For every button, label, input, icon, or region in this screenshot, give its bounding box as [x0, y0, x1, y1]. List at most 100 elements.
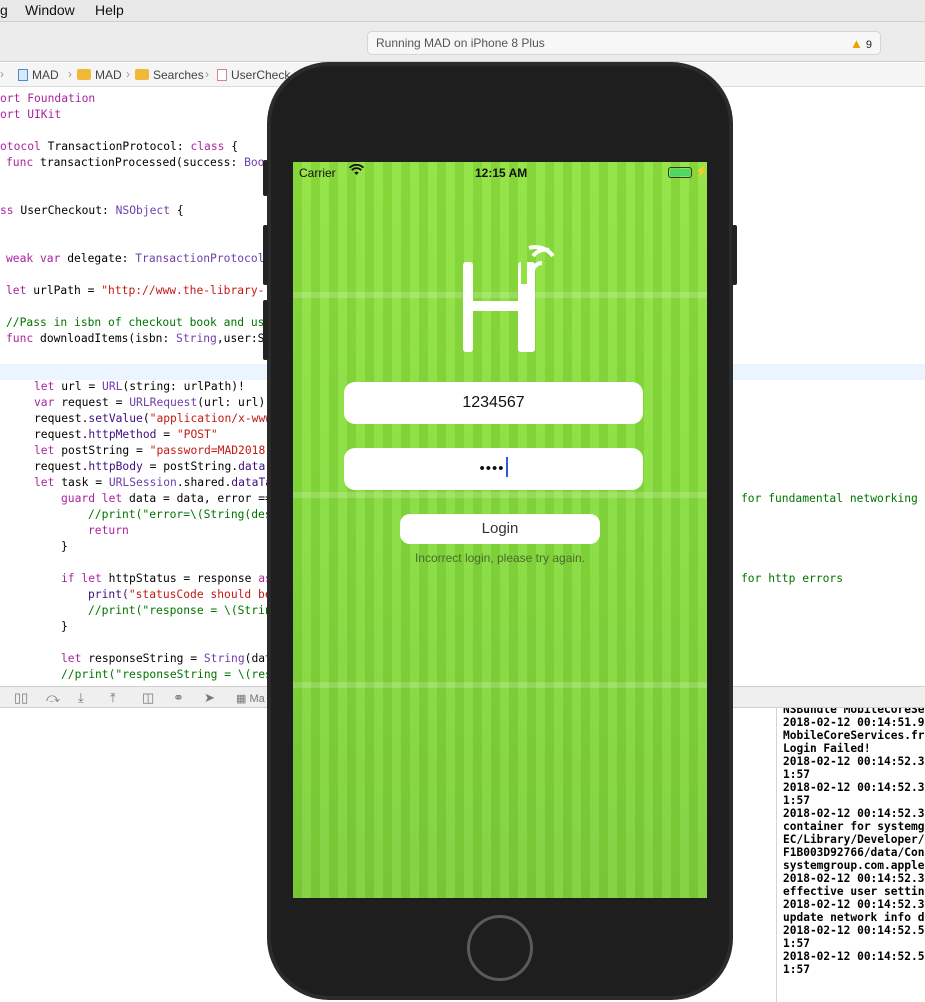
- app-logo: [463, 242, 555, 352]
- code-line: func downloadItems(isbn: String,user:S: [6, 332, 265, 345]
- battery-icon: [668, 167, 692, 178]
- activity-status[interactable]: Running MAD on iPhone 8 Plus ▲ 9: [367, 31, 881, 55]
- chevron-right-icon: ›: [0, 67, 4, 81]
- mute-switch: [263, 160, 268, 196]
- breadcrumb-item-group[interactable]: MAD: [77, 68, 122, 82]
- menu-bar: g Window Help: [0, 0, 925, 22]
- console-line: container for systemg: [783, 820, 925, 833]
- code-comment-right: for http errors: [741, 572, 844, 585]
- menu-item-help[interactable]: Help: [95, 2, 124, 18]
- console-line: systemgroup.com.apple: [783, 859, 925, 872]
- code-line: request.httpBody = postString.data: [34, 460, 266, 473]
- code-line: request.httpMethod = "POST": [34, 428, 218, 441]
- login-button[interactable]: Login: [400, 514, 600, 544]
- code-line: let url = URL(string: urlPath)!: [34, 380, 245, 393]
- code-line: ort UIKit: [0, 108, 62, 121]
- code-line: weak var delegate: TransactionProtocol: [6, 252, 265, 265]
- console-line: 1:57: [783, 963, 810, 976]
- chevron-right-icon: ›: [205, 67, 209, 81]
- console-line: 2018-02-12 00:14:52.5: [783, 950, 925, 963]
- console-line: MobileCoreServices.fr: [783, 729, 925, 742]
- code-line: let urlPath = "http://www.the-library-: [6, 284, 265, 297]
- console-line: 2018-02-12 00:14:51.9: [783, 716, 925, 729]
- code-line: let postString = "password=MAD2018: [34, 444, 266, 457]
- location-icon[interactable]: ➤: [204, 690, 215, 706]
- xcode-toolbar: Running MAD on iPhone 8 Plus ▲ 9: [0, 22, 925, 62]
- error-message: Incorrect login, please try again.: [414, 551, 586, 565]
- console-line: NSBundle MobileCoreSe: [783, 708, 925, 716]
- code-line: guard let data = data, error ==: [61, 492, 272, 505]
- breadcrumb-item-file[interactable]: UserCheck: [217, 68, 290, 82]
- username-value: 1234567: [462, 394, 525, 411]
- warning-icon: ▲: [850, 36, 863, 51]
- power-button: [732, 225, 737, 285]
- status-text: Running MAD on iPhone 8 Plus: [376, 36, 545, 50]
- step-into-icon[interactable]: ⤓: [78, 690, 84, 706]
- menu-item-window[interactable]: Window: [25, 2, 75, 18]
- code-line: }: [61, 540, 68, 553]
- console-line: 2018-02-12 00:14:52.3: [783, 898, 925, 911]
- code-line: if let httpStatus = response as: [61, 572, 272, 585]
- console-line: F1B003D92766/data/Con: [783, 846, 925, 859]
- console-line: EC/Library/Developer/: [783, 833, 925, 846]
- text-caret: [505, 457, 508, 477]
- console-line: 2018-02-12 00:14:52.3: [783, 807, 925, 820]
- console-line: 2018-02-12 00:14:52.3: [783, 872, 925, 885]
- xcode-window: g Window Help Running MAD on iPhone 8 Pl…: [0, 0, 925, 1002]
- warnings-badge[interactable]: ▲ 9: [850, 36, 872, 51]
- code-comment-right: for fundamental networking: [741, 492, 918, 505]
- volume-down-button: [263, 300, 268, 360]
- console-line: 2018-02-12 00:14:52.5: [783, 924, 925, 937]
- code-line: }: [61, 620, 68, 633]
- chevron-right-icon: ›: [126, 67, 130, 81]
- code-line: let responseString = String(dat: [61, 652, 272, 665]
- wifi-icon: [348, 163, 365, 179]
- memory-graph-icon[interactable]: ⚭: [173, 690, 184, 706]
- app-screen: Carrier 12:15 AM ⚡ 1234567 •••• Login In…: [293, 162, 707, 898]
- breadcrumb-item-searches[interactable]: Searches: [135, 68, 204, 82]
- console-line: 2018-02-12 00:14:52.3: [783, 781, 925, 794]
- clock-label: 12:15 AM: [475, 166, 528, 180]
- project-icon: [18, 69, 28, 81]
- code-line: //print("response = \(Strin: [88, 604, 272, 617]
- carrier-label: Carrier: [299, 166, 336, 180]
- password-field[interactable]: ••••: [344, 448, 643, 490]
- code-line: print("statusCode should be: [88, 588, 272, 601]
- swift-file-icon: [217, 69, 227, 81]
- folder-icon: [77, 69, 91, 80]
- console-line: 1:57: [783, 768, 810, 781]
- console-line: 1:57: [783, 794, 810, 807]
- volume-up-button: [263, 225, 268, 285]
- home-button[interactable]: [467, 915, 533, 981]
- code-line: var request = URLRequest(url: url): [34, 396, 266, 409]
- folder-icon: [135, 69, 149, 80]
- chevron-right-icon: ›: [68, 67, 72, 81]
- step-out-icon[interactable]: ⤒: [110, 690, 116, 706]
- shelf-decoration: [293, 682, 707, 688]
- code-line: otocol TransactionProtocol: class {: [0, 140, 239, 153]
- view-hierarchy-icon[interactable]: ◫: [142, 690, 154, 706]
- code-line: func transactionProcessed(success: Boo: [6, 156, 265, 169]
- shelf-decoration: [293, 492, 707, 498]
- password-value: ••••: [479, 460, 505, 477]
- warning-count: 9: [865, 39, 872, 51]
- code-line: //print("responseString = \(res: [61, 668, 272, 681]
- toggle-console-icon[interactable]: ▯▯: [14, 690, 28, 706]
- code-line: //print("error=\(String(des: [88, 508, 272, 521]
- target-selector[interactable]: ▦ Ma: [236, 692, 265, 705]
- console-line: update network info d: [783, 911, 925, 924]
- menu-item-debug[interactable]: g: [0, 2, 8, 18]
- breadcrumb-item-project[interactable]: MAD: [18, 68, 59, 82]
- console-line: effective user settin: [783, 885, 925, 898]
- code-line: //Pass in isbn of checkout book and us: [6, 316, 265, 329]
- code-line: return: [88, 524, 129, 537]
- console-line: 1:57: [783, 937, 810, 950]
- debug-console[interactable]: NSBundle MobileCoreSe 2018-02-12 00:14:5…: [776, 708, 925, 1002]
- step-over-icon[interactable]: ⤼: [46, 690, 60, 706]
- charging-icon: ⚡: [695, 166, 707, 178]
- code-line: ss UserCheckout: NSObject {: [0, 204, 184, 217]
- username-field[interactable]: 1234567: [344, 382, 643, 424]
- code-line: let task = URLSession.shared.dataTa: [34, 476, 273, 489]
- code-line: request.setValue("application/x-www: [34, 412, 273, 425]
- code-line: ort Foundation: [0, 92, 96, 105]
